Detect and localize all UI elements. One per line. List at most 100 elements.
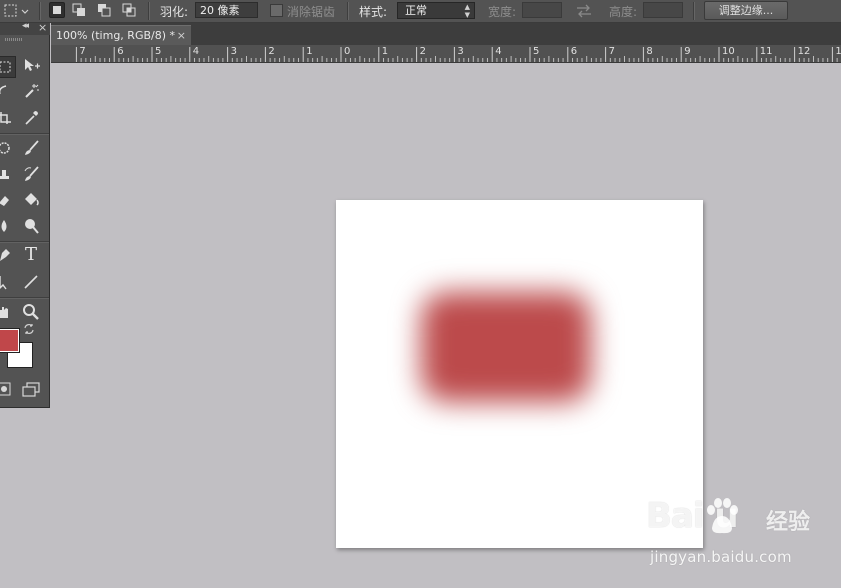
feather-input[interactable]: 20 像素 <box>195 2 258 18</box>
text-tool-icon: T <box>24 244 37 265</box>
ruler-label: 3 <box>457 46 464 57</box>
document-tab-bar: 100% (timg, RGB/8) * × <box>51 23 841 45</box>
path-selection-tool[interactable] <box>0 272 14 292</box>
style-label: 样式: <box>359 4 388 19</box>
pen-icon <box>0 249 10 261</box>
screen-mode-button[interactable] <box>21 379 41 399</box>
brush-tool[interactable] <box>21 138 41 158</box>
width-input[interactable] <box>522 2 562 18</box>
watermark-subtitle: 经验 <box>766 510 811 535</box>
screen-mode-icon <box>22 382 40 397</box>
move-icon <box>25 59 40 71</box>
feather-label: 羽化: <box>160 4 189 19</box>
horizontal-ruler[interactable]: 7654321012345678910111213 <box>51 45 841 63</box>
magic-wand-tool[interactable] <box>21 81 41 101</box>
history-brush-icon <box>24 166 39 181</box>
brush-icon <box>25 140 39 155</box>
select-arrows-icon: ▲ ▼ <box>464 3 470 19</box>
line-tool[interactable] <box>21 272 41 292</box>
swap-width-height-button[interactable] <box>575 0 593 22</box>
blur-tool[interactable] <box>0 216 14 236</box>
ruler-label: 4 <box>495 46 502 57</box>
foreground-color-swatch[interactable] <box>0 328 20 353</box>
stamp-icon <box>0 170 9 179</box>
swap-colors-button[interactable] <box>22 322 36 336</box>
eyedropper-icon <box>25 111 38 125</box>
document-tab-title: 100% (timg, RGB/8) * <box>56 29 176 42</box>
collapse-panel-icon[interactable]: ◂◂ <box>22 21 29 31</box>
ruler-label: 6 <box>117 46 124 57</box>
add-to-selection-button[interactable] <box>71 2 87 18</box>
ruler-label: 10 <box>722 46 735 57</box>
ruler-label: 9 <box>684 46 691 57</box>
tool-preset-picker[interactable] <box>2 0 30 22</box>
line-icon <box>24 275 38 289</box>
ruler-label: 12 <box>797 46 811 57</box>
healing-brush-tool[interactable] <box>0 138 14 158</box>
tool-separator <box>0 241 49 243</box>
ruler-label: 2 <box>268 46 275 57</box>
hand-tool[interactable] <box>0 302 14 322</box>
paint-bucket-icon <box>25 193 39 206</box>
crop-icon <box>0 112 11 124</box>
move-tool[interactable] <box>21 56 41 76</box>
zoom-tool[interactable] <box>21 302 41 322</box>
dodge-tool[interactable] <box>21 216 41 236</box>
style-select[interactable]: 正常 ▲ ▼ <box>397 2 475 19</box>
swap-arrows-icon <box>577 4 591 18</box>
refine-edge-button[interactable]: 调整边缘... <box>704 1 788 20</box>
ruler-label: 11 <box>759 46 773 57</box>
blurred-red-rectangle <box>421 292 591 402</box>
text-tool[interactable]: T <box>21 245 41 265</box>
document-tab[interactable]: 100% (timg, RGB/8) * × <box>51 25 191 45</box>
dodge-icon <box>25 219 39 234</box>
baidu-jingyan-watermark: Bai u 经验 jingyan.baidu.com <box>642 496 832 576</box>
quick-mask-button[interactable] <box>0 379 14 399</box>
subtract-from-selection-button[interactable] <box>96 2 112 18</box>
lasso-tool[interactable] <box>0 81 14 101</box>
intersect-selection-button[interactable] <box>121 2 137 18</box>
rect-marquee-tool[interactable] <box>0 56 16 78</box>
close-icon[interactable]: × <box>38 21 47 34</box>
panel-grip[interactable] <box>5 38 23 41</box>
ruler-label: 3 <box>230 46 237 57</box>
ruler-label: 4 <box>192 46 200 57</box>
marquee-icon <box>0 61 11 73</box>
tool-separator <box>0 297 49 299</box>
antialias-checkbox[interactable] <box>270 4 283 17</box>
eraser-tool[interactable] <box>0 190 14 210</box>
pen-tool[interactable] <box>0 245 14 265</box>
crop-tool[interactable] <box>0 108 14 128</box>
ruler-label: 0 <box>344 46 351 57</box>
new-selection-button[interactable] <box>49 2 65 18</box>
options-bar: 羽化: 20 像素 消除锯齿 样式: 正常 ▲ ▼ 宽度: 高度: 调整边缘... <box>0 0 841 23</box>
antialias-label: 消除锯齿 <box>287 4 336 19</box>
blur-drop-icon <box>1 220 7 232</box>
baidu-paw-icon <box>707 498 738 534</box>
close-icon[interactable]: × <box>177 26 186 45</box>
intersect-selection-icon <box>122 3 136 17</box>
options-separator <box>39 2 41 20</box>
marquee-preset-icon <box>4 4 29 17</box>
ruler-label: 1 <box>306 46 313 57</box>
ruler-label: 1 <box>381 46 389 57</box>
swap-colors-icon <box>24 324 34 334</box>
quick-mask-icon <box>0 382 11 396</box>
options-separator <box>148 2 150 20</box>
style-select-value: 正常 <box>405 4 427 17</box>
ruler-label: 2 <box>419 46 426 57</box>
ruler-label: 7 <box>79 46 86 57</box>
height-input[interactable] <box>643 2 683 18</box>
lasso-icon <box>0 85 7 94</box>
bandage-icon <box>0 142 10 154</box>
hand-icon <box>0 307 8 318</box>
eyedropper-tool[interactable] <box>21 108 41 128</box>
history-brush-tool[interactable] <box>21 164 41 184</box>
tools-panel-header: ◂◂ × <box>0 21 50 35</box>
width-label: 宽度: <box>488 4 517 19</box>
ruler-label: 5 <box>155 46 162 57</box>
paint-bucket-tool[interactable] <box>21 190 41 210</box>
options-separator <box>693 2 695 20</box>
clone-stamp-tool[interactable] <box>0 164 14 184</box>
eraser-icon <box>0 196 9 206</box>
